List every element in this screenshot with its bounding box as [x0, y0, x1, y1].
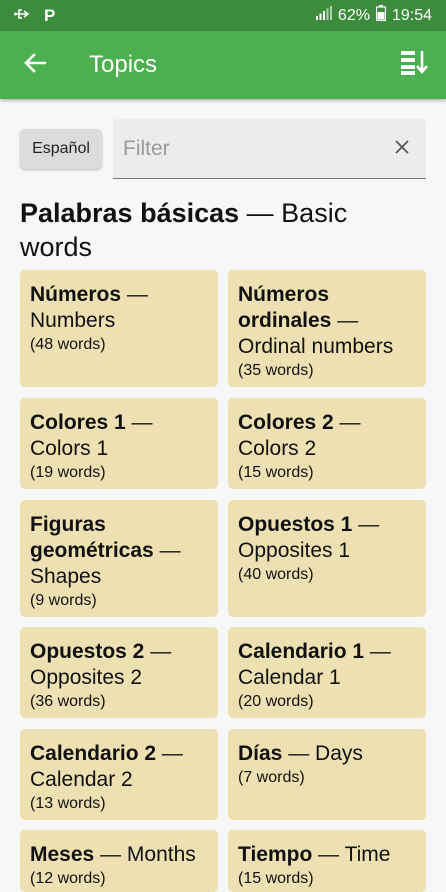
topic-count: (19 words)	[30, 464, 106, 481]
sort-icon	[401, 50, 429, 80]
app-bar: Topics	[0, 31, 446, 99]
clear-button[interactable]	[390, 137, 414, 161]
topic-card[interactable]: Colores 2 — Colors 2 (15 words)	[228, 398, 426, 489]
topic-native: Meses	[30, 843, 95, 866]
sort-button[interactable]	[384, 31, 446, 99]
topic-count: (48 words)	[30, 336, 106, 353]
status-right: 62% 19:54	[315, 5, 432, 26]
topic-english: Opposites 1	[238, 539, 351, 562]
parking-icon: P	[44, 5, 56, 25]
topic-count: (9 words)	[30, 592, 97, 609]
topic-count: (35 words)	[238, 362, 314, 379]
clock: 19:54	[391, 6, 432, 24]
topic-card[interactable]: Opuestos 2 — Opposites 2 (36 words)	[20, 627, 218, 718]
topic-english: Numbers	[30, 309, 116, 332]
topic-english: Time	[344, 843, 391, 866]
topic-count: (15 words)	[238, 464, 314, 481]
topic-card[interactable]: Calendario 2 — Calendar 2 (13 words)	[20, 729, 218, 820]
filter-field[interactable]	[113, 119, 426, 179]
topic-count: (13 words)	[30, 795, 106, 812]
topic-native: Números ordinales	[238, 283, 332, 332]
topic-english: Shapes	[30, 565, 102, 588]
topic-english: Colors 1	[30, 437, 109, 460]
signal-icon	[315, 6, 332, 25]
topic-native: Opuestos 1	[238, 513, 353, 536]
topic-native: Números	[30, 283, 122, 306]
section-native: Palabras básicas	[20, 198, 240, 228]
topic-card[interactable]: Números ordinales — Ordinal numbers (35 …	[228, 270, 426, 387]
topic-card[interactable]: Meses — Months (12 words)	[20, 830, 218, 892]
topic-count: (40 words)	[238, 566, 314, 583]
topic-card[interactable]: Colores 1 — Colors 1 (19 words)	[20, 398, 218, 489]
filter-row: Español	[20, 119, 426, 179]
topic-count: (12 words)	[30, 870, 106, 887]
topic-english: Calendar 2	[30, 768, 133, 791]
topic-english: Colors 2	[238, 437, 317, 460]
battery-percent: 62%	[337, 6, 370, 24]
topic-card[interactable]: Tiempo — Time (15 words)	[228, 830, 426, 892]
language-button[interactable]: Español	[20, 129, 102, 169]
close-icon	[395, 139, 409, 159]
topic-native: Calendario 2	[30, 742, 157, 765]
topic-count: (36 words)	[30, 693, 106, 710]
topic-count: (7 words)	[238, 769, 305, 786]
topic-english: Months	[126, 843, 196, 866]
back-button[interactable]	[0, 31, 70, 99]
topic-english: Ordinal numbers	[238, 335, 394, 358]
status-bar: P 62% 19:54	[0, 0, 446, 31]
topic-native: Figuras geométricas	[30, 513, 154, 562]
topic-card[interactable]: Números — Numbers (48 words)	[20, 270, 218, 387]
topic-card[interactable]: Figuras geométricas — Shapes (9 words)	[20, 500, 218, 617]
page-title: Topics	[89, 51, 158, 78]
topic-english: Opposites 2	[30, 666, 143, 689]
topic-native: Colores 1	[30, 411, 126, 434]
arrow-left-icon	[24, 52, 47, 78]
topic-english: Calendar 1	[238, 666, 341, 689]
topic-native: Días	[238, 742, 283, 765]
topic-native: Opuestos 2	[30, 640, 145, 663]
topic-native: Calendario 1	[238, 640, 365, 663]
filter-input[interactable]	[113, 136, 373, 161]
topic-card[interactable]: Días — Days (7 words)	[228, 729, 426, 820]
topic-count: (15 words)	[238, 870, 314, 887]
section-separator: —	[239, 198, 282, 228]
section-heading: Palabras básicas — Basic words	[20, 196, 426, 264]
topic-count: (20 words)	[238, 693, 314, 710]
topic-native: Colores 2	[238, 411, 334, 434]
topic-native: Tiempo	[238, 843, 313, 866]
battery-icon	[375, 5, 387, 26]
topic-english: Days	[315, 742, 363, 765]
status-left: P	[14, 6, 55, 26]
topic-card[interactable]: Calendario 1 — Calendar 1 (20 words)	[228, 627, 426, 718]
usb-icon	[14, 7, 32, 25]
topic-card[interactable]: Opuestos 1 — Opposites 1 (40 words)	[228, 500, 426, 617]
